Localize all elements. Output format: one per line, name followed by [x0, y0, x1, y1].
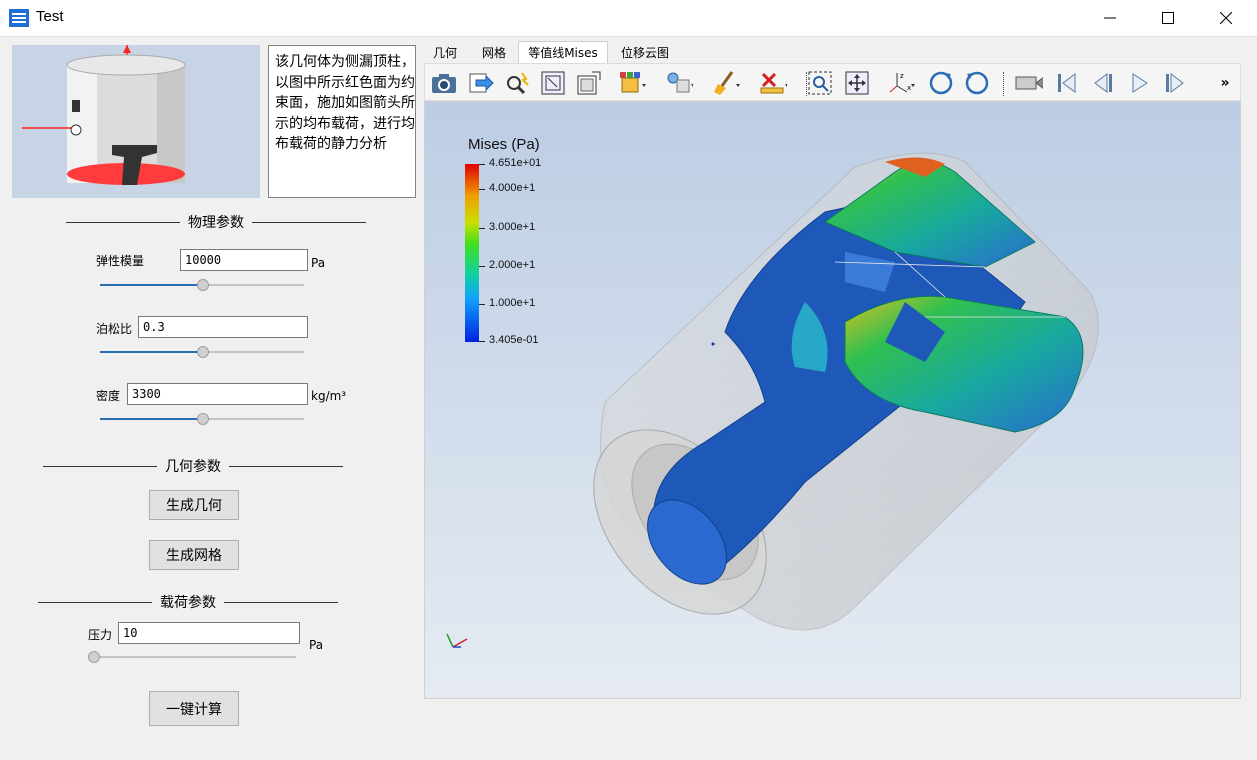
camera-icon[interactable]	[430, 69, 458, 97]
poisson-slider[interactable]	[100, 346, 304, 358]
generate-mesh-button[interactable]: 生成网格	[149, 540, 239, 570]
toolbar-separator	[1003, 72, 1005, 96]
pressure-slider[interactable]	[88, 651, 296, 663]
pressure-label: 压力	[88, 628, 113, 642]
window-title: Test	[36, 8, 64, 25]
maximize-button[interactable]	[1139, 0, 1197, 36]
legend-tick-label: 1.000e+1	[489, 297, 536, 309]
legend-tick-label: 3.000e+1	[489, 221, 536, 233]
pressure-unit: Pa	[309, 638, 324, 652]
maximize-icon	[1162, 12, 1174, 24]
poisson-slider-fill	[100, 351, 202, 353]
modulus-unit: Pa	[311, 256, 326, 270]
physics-heading: 物理参数	[188, 215, 244, 231]
modulus-slider-fill	[100, 284, 202, 286]
poisson-slider-thumb[interactable]	[197, 346, 209, 358]
brush-icon[interactable]	[712, 69, 740, 97]
axes-icon[interactable]: zx	[887, 69, 915, 97]
export-icon[interactable]	[467, 69, 495, 97]
density-input[interactable]: 3300	[127, 383, 308, 405]
modulus-input[interactable]: 10000	[180, 249, 308, 271]
render-viewport[interactable]	[424, 101, 1241, 699]
legend-colorbar	[465, 164, 479, 342]
toolbar-overflow-button[interactable]: »	[1215, 69, 1235, 97]
legend-tickmark	[479, 266, 485, 267]
density-slider[interactable]	[100, 413, 304, 425]
tab-mises[interactable]: 等值线Mises	[518, 41, 608, 63]
tab-displacement[interactable]: 位移云图	[612, 41, 678, 63]
load-heading: 载荷参数	[160, 595, 216, 611]
app-icon	[9, 9, 29, 27]
generate-geometry-button[interactable]: 生成几何	[149, 490, 239, 520]
poisson-input[interactable]: 0.3	[138, 316, 308, 338]
density-slider-thumb[interactable]	[197, 413, 209, 425]
rotate-ccw-icon[interactable]	[963, 69, 991, 97]
last-frame-icon[interactable]	[1161, 69, 1189, 97]
record-icon[interactable]	[1015, 69, 1043, 97]
light-icon[interactable]	[665, 69, 693, 97]
pressure-input[interactable]: 10	[118, 622, 300, 644]
pressure-slider-track	[88, 656, 296, 658]
legend-tick-label: 4.651e+01	[489, 157, 542, 169]
legend-tick-label: 3.405e-01	[489, 334, 539, 346]
tab-geometry[interactable]: 几何	[424, 41, 466, 63]
description-box: 该几何体为侧漏顶柱，以图中所示红色面为约束面，施加如图箭头所示的均布载荷，进行均…	[268, 45, 416, 198]
modulus-slider-thumb[interactable]	[197, 279, 209, 291]
density-slider-fill	[100, 418, 202, 420]
mises-result-render	[446, 152, 1099, 648]
minimize-icon	[1104, 17, 1116, 19]
legend-tickmark	[479, 304, 485, 305]
legend-tick-label: 4.000e+1	[489, 182, 536, 194]
compute-button[interactable]: 一键计算	[149, 691, 239, 726]
delete-icon[interactable]	[759, 69, 787, 97]
render-toolbar: zx »	[424, 63, 1241, 101]
zoom-region-icon[interactable]	[806, 69, 834, 97]
density-label: 密度	[96, 389, 121, 403]
load-section-header: 载荷参数	[38, 592, 338, 612]
zoom-fit-icon[interactable]	[539, 69, 567, 97]
geometry-heading: 几何参数	[165, 459, 221, 475]
legend-title: Mises (Pa)	[468, 136, 540, 153]
modulus-label: 弹性模量	[96, 254, 145, 268]
poisson-label: 泊松比	[96, 322, 133, 336]
svg-text:z: z	[900, 72, 904, 80]
rotate-cw-icon[interactable]	[927, 69, 955, 97]
legend-tickmark	[479, 164, 485, 165]
geometry-section-header: 几何参数	[43, 456, 343, 476]
close-icon	[1220, 12, 1232, 24]
legend-tickmark	[479, 341, 485, 342]
pressure-slider-thumb[interactable]	[88, 651, 100, 663]
svg-text:x: x	[907, 84, 911, 92]
box-zoom-icon[interactable]	[575, 69, 603, 97]
legend-tickmark	[479, 189, 485, 190]
density-unit: kg/m³	[311, 389, 347, 403]
pan-icon[interactable]	[843, 69, 871, 97]
tab-mesh[interactable]: 网格	[470, 41, 518, 63]
legend-tick-label: 2.000e+1	[489, 259, 536, 271]
geometry-preview-image	[12, 45, 260, 198]
physics-section-header: 物理参数	[66, 212, 366, 232]
query-icon[interactable]	[503, 69, 531, 97]
modulus-slider[interactable]	[100, 279, 304, 291]
legend-tickmark	[479, 228, 485, 229]
close-button[interactable]	[1197, 0, 1255, 36]
box-select-icon[interactable]	[618, 69, 646, 97]
play-icon[interactable]	[1125, 69, 1153, 97]
title-bar: Test	[0, 0, 1257, 37]
prev-frame-icon[interactable]	[1089, 69, 1117, 97]
first-frame-icon[interactable]	[1053, 69, 1081, 97]
minimize-button[interactable]	[1081, 0, 1139, 36]
